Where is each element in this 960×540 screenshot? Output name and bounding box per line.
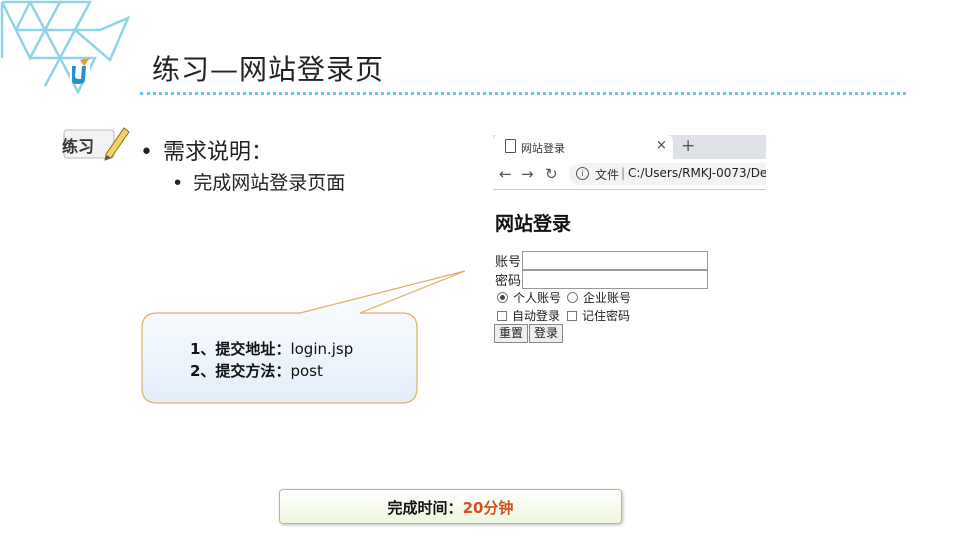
page-icon xyxy=(505,139,516,153)
callout-line-1-value: login.jsp xyxy=(290,340,354,358)
browser-toolbar: ← → ↻ i 文件 | C:/Users/RMKJ-0073/Deskto xyxy=(493,159,766,190)
callout-line-1-label: 1、提交地址： xyxy=(190,340,291,358)
forward-arrow-icon[interactable]: → xyxy=(521,165,534,183)
checkbox-remember[interactable]: 记住密码 xyxy=(567,307,630,324)
checkbox-autologin-box[interactable] xyxy=(497,311,507,321)
info-icon[interactable]: i xyxy=(576,167,589,180)
callout-bubble xyxy=(141,270,466,404)
radio-personal-dot[interactable] xyxy=(497,292,508,303)
browser-window: 网站登录 × + ← → ↻ i 文件 | C:/Users/RMKJ-0073… xyxy=(493,135,766,345)
completion-time-label: 完成时间： xyxy=(387,499,463,517)
browser-tab-bar: 网站登录 × + xyxy=(493,135,766,159)
bullet-task-text: 完成网站登录页面 xyxy=(193,172,346,194)
bullet-requirements: • 需求说明： xyxy=(140,140,273,165)
back-arrow-icon[interactable]: ← xyxy=(499,165,512,183)
login-button[interactable]: 登录 xyxy=(529,324,564,343)
radio-enterprise-label: 企业账号 xyxy=(583,291,632,305)
radio-personal[interactable]: 个人账号 xyxy=(497,289,561,306)
callout-line-2: 2、提交方法：post xyxy=(190,360,353,382)
account-label: 账号 xyxy=(495,255,522,270)
page-title: 练习—网站登录页 xyxy=(152,53,385,86)
exercise-badge-label: 练习 xyxy=(62,137,95,156)
address-separator: | xyxy=(621,166,626,180)
completion-time-text: 完成时间：20分钟 xyxy=(280,497,621,518)
callout-line-2-value: post xyxy=(290,362,323,380)
password-input[interactable] xyxy=(522,270,708,289)
callout-line-1: 1、提交地址：login.jsp xyxy=(190,338,353,360)
password-label: 密码 xyxy=(495,274,522,289)
close-icon[interactable]: × xyxy=(656,138,667,153)
account-input[interactable] xyxy=(522,251,708,270)
address-url[interactable]: C:/Users/RMKJ-0073/Deskto xyxy=(628,166,766,180)
checkbox-autologin-label: 自动登录 xyxy=(512,309,561,323)
callout-text: 1、提交地址：login.jsp 2、提交方法：post xyxy=(190,338,353,382)
address-bar[interactable]: i 文件 | C:/Users/RMKJ-0073/Deskto xyxy=(569,163,766,185)
radio-personal-label: 个人账号 xyxy=(513,291,562,305)
new-tab-icon[interactable]: + xyxy=(681,136,695,156)
address-scheme-label: 文件 xyxy=(595,168,620,182)
completion-time-value: 20分钟 xyxy=(462,499,514,517)
checkbox-autologin[interactable]: 自动登录 xyxy=(497,307,560,324)
radio-enterprise-dot[interactable] xyxy=(567,292,578,303)
reset-button[interactable]: 重置 xyxy=(494,324,529,343)
login-heading: 网站登录 xyxy=(495,213,572,235)
logo-icon xyxy=(70,58,90,84)
bullet-task: • 完成网站登录页面 xyxy=(172,172,346,194)
callout-line-2-label: 2、提交方法： xyxy=(190,362,291,380)
tab-title: 网站登录 xyxy=(521,142,565,155)
completion-time-box: 完成时间：20分钟 xyxy=(279,489,622,524)
checkbox-remember-box[interactable] xyxy=(567,311,577,321)
checkbox-remember-label: 记住密码 xyxy=(582,309,631,323)
browser-tab[interactable]: 网站登录 × xyxy=(493,135,673,159)
corner-decoration xyxy=(0,0,131,95)
title-divider xyxy=(140,92,906,95)
radio-enterprise[interactable]: 企业账号 xyxy=(567,289,631,306)
reload-icon[interactable]: ↻ xyxy=(545,165,558,183)
bullet-requirements-text: 需求说明： xyxy=(162,140,273,165)
